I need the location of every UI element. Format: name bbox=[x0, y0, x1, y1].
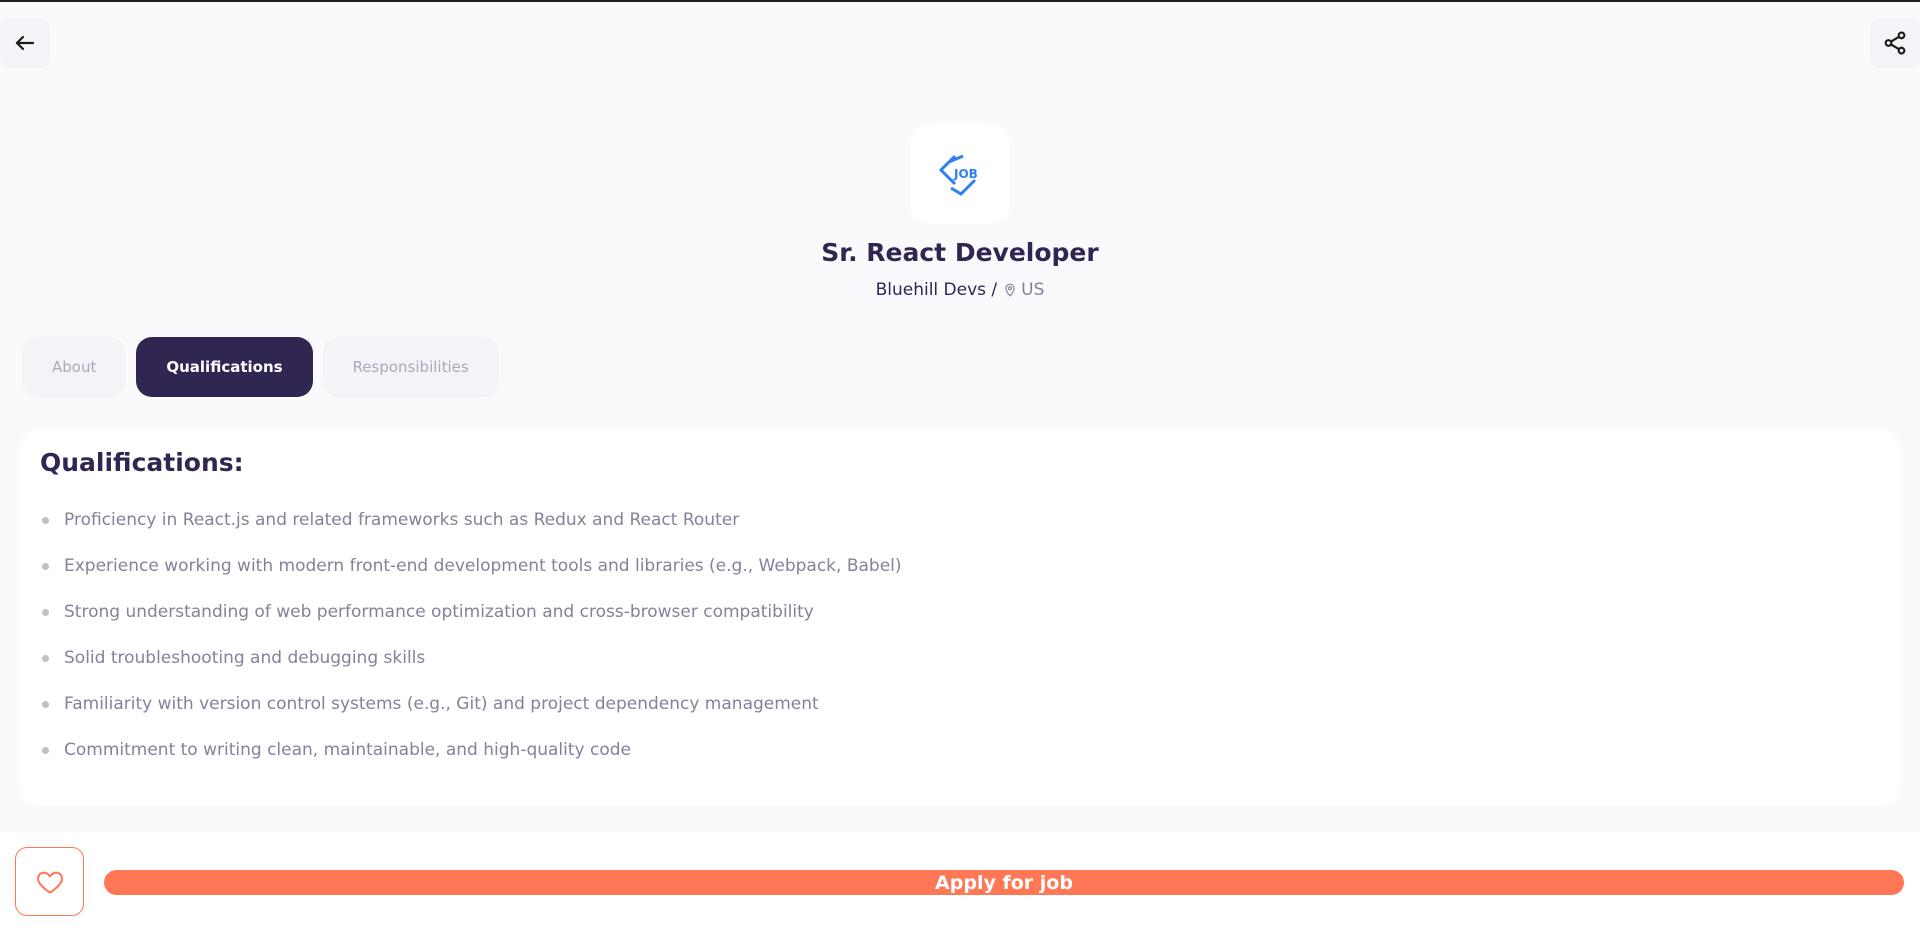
list-item-text: Solid troubleshooting and debugging skil… bbox=[64, 648, 426, 668]
list-item: Commitment to writing clean, maintainabl… bbox=[40, 727, 1880, 773]
like-button[interactable] bbox=[15, 847, 84, 916]
qualifications-heading: Qualifications: bbox=[40, 448, 244, 477]
footer-bar: Apply for job bbox=[0, 832, 1920, 931]
logo-text: JOB bbox=[953, 167, 978, 181]
job-title: Sr. React Developer bbox=[821, 238, 1099, 267]
list-item: Solid troubleshooting and debugging skil… bbox=[40, 635, 1880, 681]
list-item: Strong understanding of web performance … bbox=[40, 589, 1880, 635]
tab-qualifications[interactable]: Qualifications bbox=[136, 337, 313, 397]
bullet-icon bbox=[42, 516, 49, 524]
list-item: Proficiency in React.js and related fram… bbox=[40, 497, 1880, 543]
list-item: Familiarity with version control systems… bbox=[40, 681, 1880, 727]
tab-responsibilities[interactable]: Responsibilities bbox=[322, 337, 499, 397]
bullet-icon bbox=[42, 746, 49, 754]
bullet-icon bbox=[42, 562, 49, 570]
list-item-text: Familiarity with version control systems… bbox=[64, 694, 819, 714]
list-item-text: Proficiency in React.js and related fram… bbox=[64, 510, 740, 530]
arrow-left-icon bbox=[15, 35, 35, 51]
list-item-text: Experience working with modern front-end… bbox=[64, 556, 902, 576]
qualifications-list: Proficiency in React.js and related fram… bbox=[40, 497, 1880, 773]
location-text: US bbox=[1021, 280, 1045, 300]
company-logo: JOB bbox=[910, 124, 1010, 224]
heart-outline-icon bbox=[36, 871, 63, 894]
bullet-icon bbox=[42, 700, 49, 708]
bullet-icon bbox=[42, 608, 49, 616]
tab-about[interactable]: About bbox=[22, 337, 127, 397]
bullet-icon bbox=[42, 654, 49, 662]
list-item-text: Strong understanding of web performance … bbox=[64, 602, 814, 622]
location: US bbox=[1003, 280, 1044, 300]
company-location-line: Bluehill Devs / US bbox=[0, 280, 1920, 300]
list-item: Experience working with modern front-end… bbox=[40, 543, 1880, 589]
company-name: Bluehill Devs / bbox=[875, 280, 998, 300]
job-logo-icon: JOB bbox=[938, 154, 978, 196]
share-button[interactable] bbox=[1870, 18, 1920, 68]
back-button[interactable] bbox=[0, 18, 50, 68]
share-icon bbox=[1884, 31, 1906, 55]
list-item-text: Commitment to writing clean, maintainabl… bbox=[64, 740, 632, 760]
qualifications-card: Qualifications: Proficiency in React.js … bbox=[20, 430, 1900, 806]
apply-button[interactable]: Apply for job bbox=[104, 870, 1904, 895]
tab-bar: About Qualifications Responsibilities bbox=[22, 337, 499, 397]
location-pin-icon bbox=[1005, 283, 1015, 297]
